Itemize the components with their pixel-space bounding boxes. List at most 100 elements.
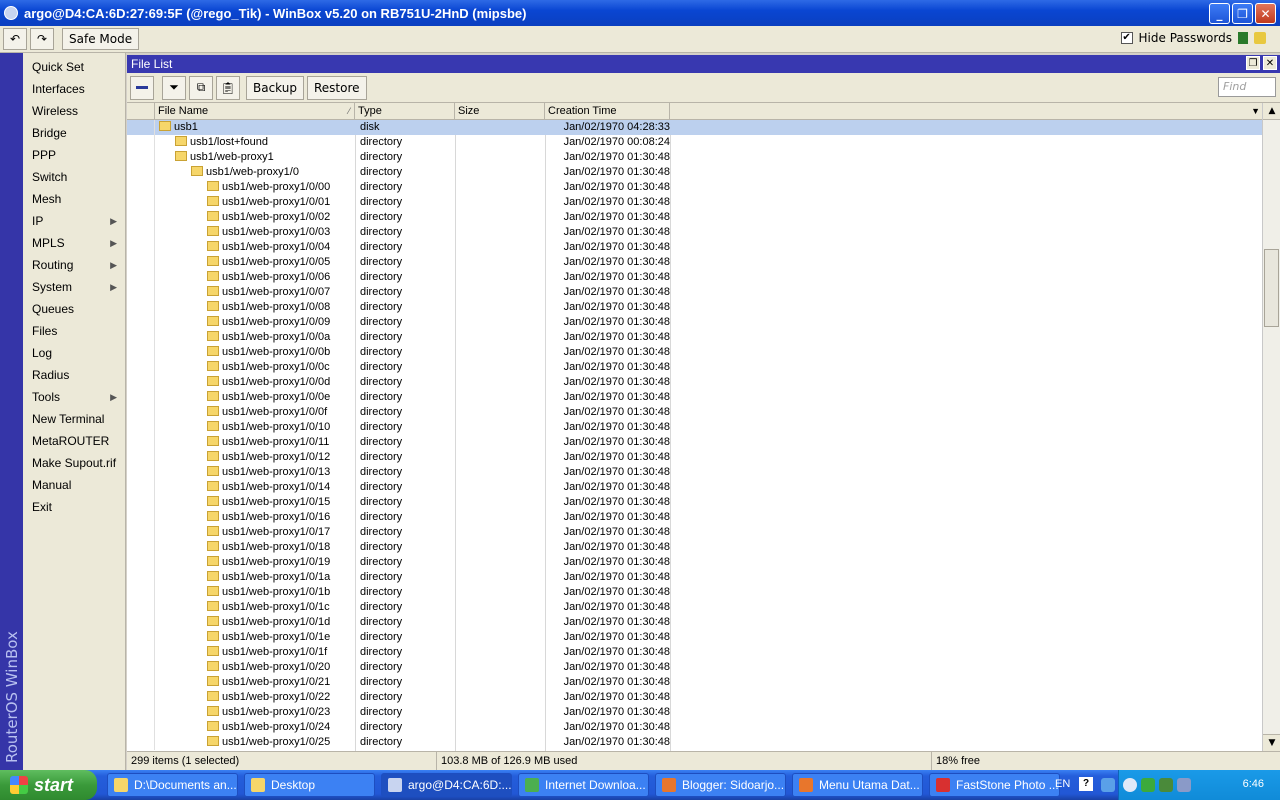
sidebar-item-mpls[interactable]: MPLS ▶ xyxy=(23,232,125,254)
table-row[interactable]: usb1/web-proxy1/0/1b directory Jan/02/1970… xyxy=(127,585,1262,600)
table-row[interactable]: usb1/web-proxy1/0/19 directory Jan/02/1970… xyxy=(127,555,1262,570)
table-row[interactable]: usb1/web-proxy1/0/08 directory Jan/02/1970… xyxy=(127,300,1262,315)
copy-button[interactable]: ⧉ xyxy=(189,75,213,100)
scroll-up-icon[interactable]: ▲ xyxy=(1263,103,1280,120)
scroll-down-icon[interactable]: ▼ xyxy=(1263,734,1280,751)
table-row[interactable]: usb1/web-proxy1 directory Jan/02/1970 01:3… xyxy=(127,150,1262,165)
table-row[interactable]: usb1/web-proxy1/0/18 directory Jan/02/1970… xyxy=(127,540,1262,555)
table-row[interactable]: usb1/web-proxy1/0/07 directory Jan/02/1970… xyxy=(127,285,1262,300)
table-row[interactable]: usb1/web-proxy1/0/13 directory Jan/02/1970… xyxy=(127,465,1262,480)
table-row[interactable]: usb1/web-proxy1/0/23 directory Jan/02/1970… xyxy=(127,705,1262,720)
table-row[interactable]: usb1/web-proxy1/0/06 directory Jan/02/1970… xyxy=(127,270,1262,285)
table-row[interactable]: usb1/web-proxy1/0/20 directory Jan/02/1970… xyxy=(127,660,1262,675)
close-window-button[interactable]: ✕ xyxy=(1263,56,1277,70)
header-select[interactable] xyxy=(127,103,155,120)
sidebar-item-system[interactable]: System ▶ xyxy=(23,276,125,298)
table-row[interactable]: usb1/web-proxy1/0/01 directory Jan/02/1970… xyxy=(127,195,1262,210)
redo-button[interactable]: ↷ xyxy=(30,28,54,50)
table-row[interactable]: usb1/web-proxy1/0/14 directory Jan/02/1970… xyxy=(127,480,1262,495)
undo-button[interactable]: ↶ xyxy=(3,28,27,50)
table-row[interactable]: usb1/lost+found directory Jan/02/1970 00:0… xyxy=(127,135,1262,150)
maximize-button[interactable]: ❐ xyxy=(1232,3,1253,24)
taskbar-button[interactable]: argo@D4:CA:6D:... xyxy=(381,773,512,797)
tray-globe-icon[interactable] xyxy=(1159,778,1173,792)
sidebar-item-manual[interactable]: Manual xyxy=(23,474,125,496)
backup-button[interactable]: Backup xyxy=(246,75,304,100)
sidebar-item-mesh[interactable]: Mesh xyxy=(23,188,125,210)
table-row[interactable]: usb1/web-proxy1/0/0c directory Jan/02/1970… xyxy=(127,360,1262,375)
sidebar-item-ppp[interactable]: PPP xyxy=(23,144,125,166)
table-row[interactable]: usb1/web-proxy1/0/03 directory Jan/02/1970… xyxy=(127,225,1262,240)
safe-mode-button[interactable]: Safe Mode xyxy=(62,28,140,50)
table-row[interactable]: usb1/web-proxy1/0/10 directory Jan/02/1970… xyxy=(127,420,1262,435)
sidebar-item-queues[interactable]: Queues xyxy=(23,298,125,320)
table-row[interactable]: usb1/web-proxy1/0/11 directory Jan/02/1970… xyxy=(127,435,1262,450)
sidebar-item-ip[interactable]: IP ▶ xyxy=(23,210,125,232)
table-row[interactable]: usb1/web-proxy1/0/12 directory Jan/02/1970… xyxy=(127,450,1262,465)
header-file-name[interactable]: File Name ⁄ xyxy=(155,103,355,120)
sidebar-item-make-supout-rif[interactable]: Make Supout.rif xyxy=(23,452,125,474)
table-row[interactable]: usb1/web-proxy1/0/05 directory Jan/02/1970… xyxy=(127,255,1262,270)
vertical-scrollbar[interactable]: ▲ ▼ xyxy=(1262,103,1280,751)
table-row[interactable]: usb1/web-proxy1/0/0a directory Jan/02/1970… xyxy=(127,330,1262,345)
sidebar-item-metarouter[interactable]: MetaROUTER xyxy=(23,430,125,452)
table-row[interactable]: usb1/web-proxy1/0/17 directory Jan/02/1970… xyxy=(127,525,1262,540)
header-size[interactable]: Size xyxy=(455,103,545,120)
table-row[interactable]: usb1 disk Jan/02/1970 04:28:33 xyxy=(127,120,1262,135)
sidebar-item-exit[interactable]: Exit xyxy=(23,496,125,518)
sidebar-item-log[interactable]: Log xyxy=(23,342,125,364)
table-row[interactable]: usb1/web-proxy1/0/0d directory Jan/02/1970… xyxy=(127,375,1262,390)
table-row[interactable]: usb1/web-proxy1/0/1e directory Jan/02/1970… xyxy=(127,630,1262,645)
table-row[interactable]: usb1/web-proxy1/0/22 directory Jan/02/1970… xyxy=(127,690,1262,705)
remove-button[interactable] xyxy=(130,75,154,100)
sidebar-item-switch[interactable]: Switch xyxy=(23,166,125,188)
taskbar-button[interactable]: Menu Utama Dat... xyxy=(792,773,923,797)
table-row[interactable]: usb1/web-proxy1/0/1d directory Jan/02/1970… xyxy=(127,615,1262,630)
taskbar-button[interactable]: FastStone Photo ... xyxy=(929,773,1060,797)
sidebar-item-new-terminal[interactable]: New Terminal xyxy=(23,408,125,430)
network-icon[interactable] xyxy=(1101,778,1115,792)
taskbar-button[interactable]: Blogger: Sidoarjo... xyxy=(655,773,786,797)
table-row[interactable]: usb1/web-proxy1/0/15 directory Jan/02/1970… xyxy=(127,495,1262,510)
sidebar-item-interfaces[interactable]: Interfaces xyxy=(23,78,125,100)
back-arrow-icon[interactable] xyxy=(1123,778,1137,792)
table-row[interactable]: usb1/web-proxy1/0/1a directory Jan/02/1970… xyxy=(127,570,1262,585)
table-row[interactable]: usb1/web-proxy1/0/1f directory Jan/02/1970… xyxy=(127,645,1262,660)
table-row[interactable]: usb1/web-proxy1/0/1c directory Jan/02/1970… xyxy=(127,600,1262,615)
table-row[interactable]: usb1/web-proxy1/0/04 directory Jan/02/1970… xyxy=(127,240,1262,255)
sidebar-item-quick-set[interactable]: Quick Set xyxy=(23,56,125,78)
find-input[interactable]: Find xyxy=(1218,77,1276,97)
tray-app-icon[interactable] xyxy=(1141,778,1155,792)
taskbar-button[interactable]: D:\Documents an... xyxy=(107,773,238,797)
table-row[interactable]: usb1/web-proxy1/0/0e directory Jan/02/1970… xyxy=(127,390,1262,405)
language-indicator[interactable]: EN xyxy=(1055,778,1070,790)
close-button[interactable]: ✕ xyxy=(1255,3,1276,24)
table-row[interactable]: usb1/web-proxy1/0/00 directory Jan/02/1970… xyxy=(127,180,1262,195)
restore-window-button[interactable]: ❐ xyxy=(1246,56,1260,70)
column-menu-icon[interactable]: ▼ xyxy=(1251,103,1260,120)
sidebar-item-bridge[interactable]: Bridge xyxy=(23,122,125,144)
table-row[interactable]: usb1/web-proxy1/0/16 directory Jan/02/1970… xyxy=(127,510,1262,525)
hide-passwords-checkbox[interactable]: ✔ xyxy=(1120,32,1133,44)
table-row[interactable]: usb1/web-proxy1/0/0f directory Jan/02/1970… xyxy=(127,405,1262,420)
scroll-thumb[interactable] xyxy=(1264,249,1279,327)
taskbar-button[interactable]: Desktop xyxy=(244,773,375,797)
sidebar-item-radius[interactable]: Radius xyxy=(23,364,125,386)
minimize-button[interactable]: _ xyxy=(1209,3,1230,24)
sidebar-item-files[interactable]: Files xyxy=(23,320,125,342)
table-row[interactable]: usb1/web-proxy1/0/21 directory Jan/02/1970… xyxy=(127,675,1262,690)
table-row[interactable]: usb1/web-proxy1/0/02 directory Jan/02/1970… xyxy=(127,210,1262,225)
header-creation-time[interactable]: Creation Time xyxy=(545,103,670,120)
taskbar-button[interactable]: Internet Downloa... xyxy=(518,773,649,797)
table-row[interactable]: usb1/web-proxy1/0/09 directory Jan/02/1970… xyxy=(127,315,1262,330)
table-row[interactable]: usb1/web-proxy1/0/0b directory Jan/02/1970… xyxy=(127,345,1262,360)
sidebar-item-tools[interactable]: Tools ▶ xyxy=(23,386,125,408)
paste-button[interactable]: 📋︎ xyxy=(216,75,240,100)
help-icon[interactable]: ? xyxy=(1079,777,1093,791)
start-button[interactable]: start xyxy=(0,770,97,800)
sidebar-item-wireless[interactable]: Wireless xyxy=(23,100,125,122)
header-type[interactable]: Type xyxy=(355,103,455,120)
table-row[interactable]: usb1/web-proxy1/0/25 directory Jan/02/1970… xyxy=(127,735,1262,750)
restore-button[interactable]: Restore xyxy=(307,75,367,100)
table-row[interactable]: usb1/web-proxy1/0/24 directory Jan/02/1970… xyxy=(127,720,1262,735)
